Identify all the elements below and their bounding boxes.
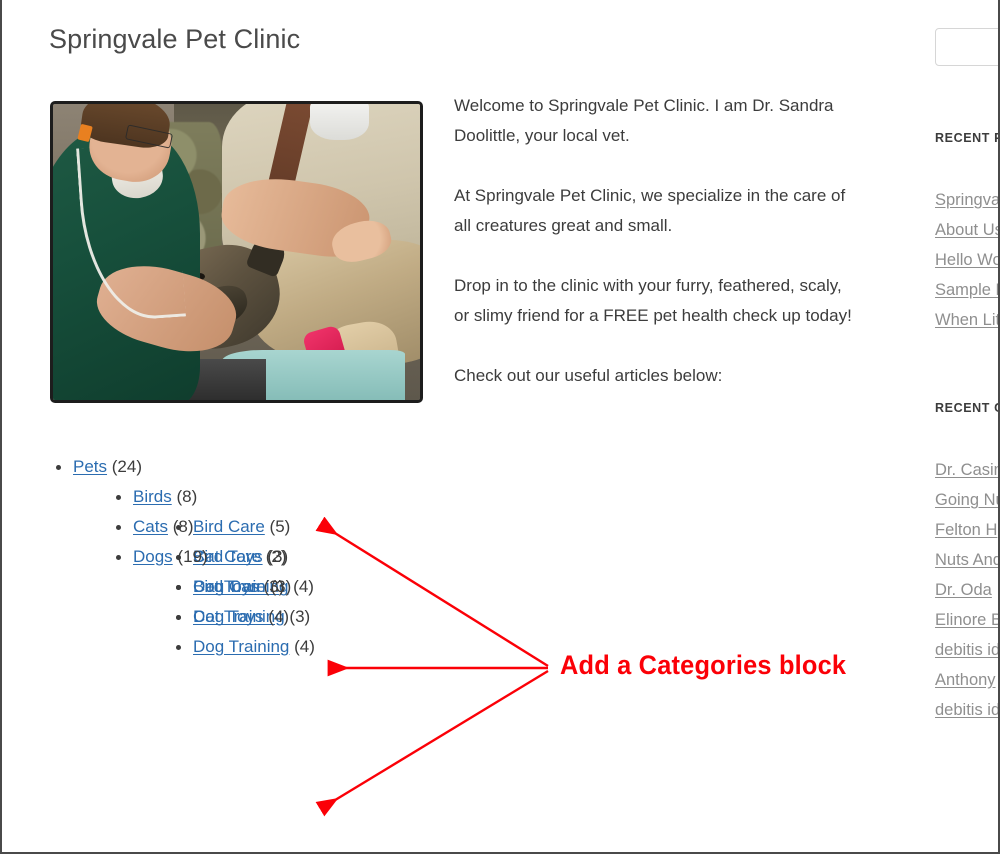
category-count-dog-toys: (4) bbox=[268, 607, 290, 626]
list-item: Dr. Oda bbox=[935, 575, 998, 605]
intro-paragraph: Drop in to the clinic with your furry, f… bbox=[454, 276, 852, 325]
recent-post-link[interactable]: Springvale bbox=[935, 191, 998, 209]
recent-comment-link[interactable]: Dr. Oda bbox=[935, 581, 992, 599]
recent-posts-widget-title: Recent Posts bbox=[935, 131, 998, 145]
category-count-cats: (8) bbox=[172, 517, 194, 536]
list-item: Hello World bbox=[935, 245, 998, 275]
categories-sublist-dogs: Dog Care (3) Dog Toys (4) Dog Training (… bbox=[133, 572, 315, 662]
list-item: debitis id bbox=[935, 635, 998, 665]
categories-sublist-pets: Birds (8) Bird Care (5) Bird Toys (3) Bi… bbox=[73, 482, 315, 656]
category-link-cats[interactable]: Cats bbox=[133, 517, 168, 536]
intro-paragraph: Welcome to Springvale Pet Clinic. I am D… bbox=[454, 96, 834, 145]
list-item: Felton H bbox=[935, 515, 998, 545]
clinic-hero-photo bbox=[50, 101, 423, 403]
category-item-cats: Cats (8) Cat Care (2) Cat Toys (3) Cat T… bbox=[110, 512, 315, 626]
search-input[interactable] bbox=[935, 28, 998, 66]
list-item: Elinore B bbox=[935, 605, 998, 635]
recent-comment-link[interactable]: debitis id bbox=[935, 641, 998, 659]
list-item: Anthony bbox=[935, 665, 998, 695]
recent-comments-list: Dr. Casim Going Nu Felton H Nuts And Dr.… bbox=[935, 455, 998, 725]
list-item: Going Nu bbox=[935, 485, 998, 515]
category-item-dog-training: Dog Training (4) bbox=[170, 632, 315, 662]
category-link-dogs[interactable]: Dogs bbox=[133, 547, 173, 566]
category-link-dog-training[interactable]: Dog Training bbox=[193, 637, 289, 656]
recent-comments-widget-title: Recent Comments bbox=[935, 401, 998, 415]
annotation-label: Add a Categories block bbox=[560, 650, 847, 680]
category-count-birds: (8) bbox=[176, 487, 198, 506]
arrow-to-bird-care bbox=[315, 516, 549, 668]
category-item-dog-care: Dog Care (3) bbox=[170, 572, 315, 602]
category-link-birds[interactable]: Birds bbox=[133, 487, 172, 506]
category-count-pets: (24) bbox=[111, 457, 142, 476]
category-count-dogs: (19) bbox=[177, 547, 208, 566]
category-link-dog-toys[interactable]: Dog Toys bbox=[193, 607, 264, 626]
recent-post-link[interactable]: Hello World bbox=[935, 251, 998, 269]
intro-paragraph: Check out our useful articles below: bbox=[454, 366, 723, 385]
recent-post-link[interactable]: About Us bbox=[935, 221, 998, 239]
list-item: Springvale bbox=[935, 185, 998, 215]
category-link-dog-care[interactable]: Dog Care bbox=[193, 577, 266, 596]
recent-comment-link[interactable]: Going Nu bbox=[935, 491, 998, 509]
recent-comment-link[interactable]: Elinore B bbox=[935, 611, 998, 629]
intro-paragraph: At Springvale Pet Clinic, we specialize … bbox=[454, 186, 846, 235]
recent-posts-list: Springvale About Us Hello World Sample P… bbox=[935, 185, 998, 335]
categories-list: Pets (24) Birds (8) Bird Care (5) Bird T… bbox=[50, 452, 315, 656]
list-item: About Us bbox=[935, 215, 998, 245]
page-title: Springvale Pet Clinic bbox=[49, 24, 301, 54]
sidebar: Recent Posts Springvale About Us Hello W… bbox=[935, 0, 998, 852]
recent-comment-link[interactable]: Dr. Casim bbox=[935, 461, 998, 479]
intro-copy: Welcome to Springvale Pet Clinic. I am D… bbox=[454, 91, 854, 391]
recent-post-link[interactable]: Sample Page bbox=[935, 281, 998, 299]
list-item: When Lit bbox=[935, 305, 998, 335]
category-item-dogs: Dogs (19) Dog Care (3) Dog Toys (4) Dog … bbox=[110, 542, 315, 656]
category-count-dog-training: (4) bbox=[294, 637, 315, 656]
recent-comment-link[interactable]: Felton H bbox=[935, 521, 997, 539]
list-item: debitis id bbox=[935, 695, 998, 725]
list-item: Nuts And bbox=[935, 545, 998, 575]
category-count-dog-care: (3) bbox=[270, 577, 292, 596]
arrow-to-dog-training bbox=[315, 669, 549, 817]
screenshot-frame: Springvale Pet Clinic Welcome to Springv… bbox=[0, 0, 1000, 854]
recent-comment-link[interactable]: Anthony bbox=[935, 671, 996, 689]
recent-comment-link[interactable]: debitis id bbox=[935, 701, 998, 719]
category-item-pets: Pets (24) Birds (8) Bird Care (5) Bird T… bbox=[50, 452, 315, 656]
category-link-pets[interactable]: Pets bbox=[73, 457, 107, 476]
list-item: Sample Page bbox=[935, 275, 998, 305]
category-item-birds: Birds (8) Bird Care (5) Bird Toys (3) Bi… bbox=[110, 482, 315, 596]
recent-comment-link[interactable]: Nuts And bbox=[935, 551, 998, 569]
category-item-dog-toys: Dog Toys (4) bbox=[170, 602, 315, 632]
list-item: Dr. Casim bbox=[935, 455, 998, 485]
recent-post-link[interactable]: When Lit bbox=[935, 311, 998, 329]
categories-block: Pets (24) Birds (8) Bird Care (5) Bird T… bbox=[50, 452, 315, 656]
